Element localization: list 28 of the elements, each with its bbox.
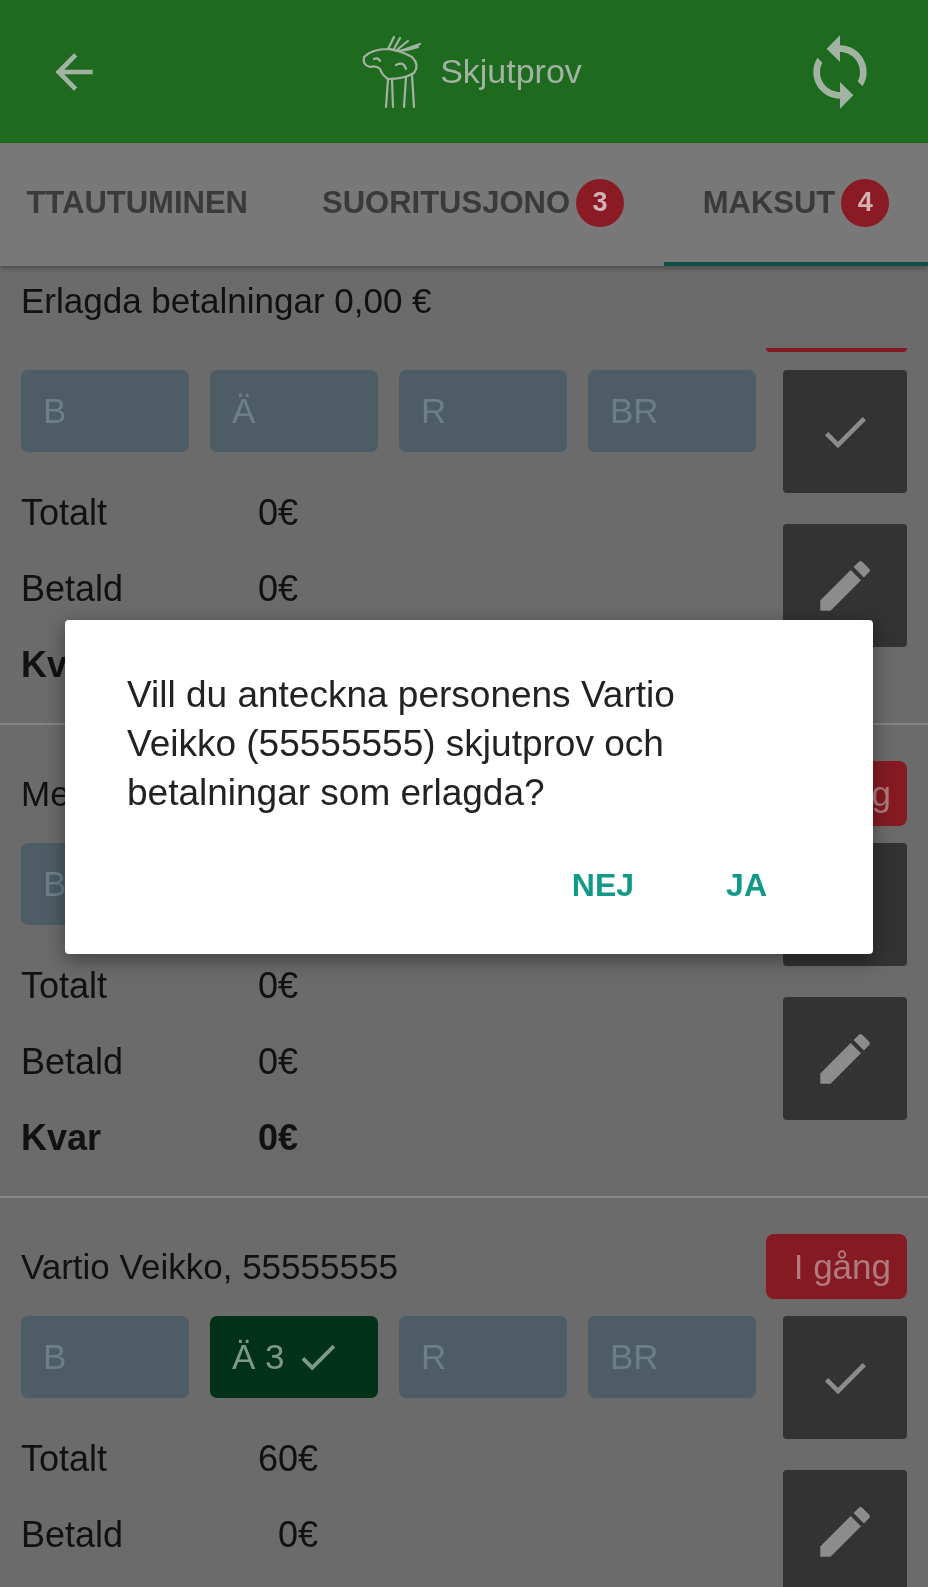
tab[interactable]: MAKSUT 4 — [664, 143, 928, 266]
amount-label: Totalt — [21, 965, 108, 1007]
status-badge: I gång — [766, 1234, 907, 1299]
amount-label: Totalt — [21, 492, 108, 534]
amount-label: Totalt — [21, 1438, 108, 1480]
amount-label: Betald — [21, 1041, 124, 1083]
amount-value: 0€ — [258, 568, 299, 610]
paid-total: Erlagda betalningar 0,00 € — [20, 280, 433, 322]
app-title: Skjutprov — [440, 52, 582, 91]
amount-value: 0€ — [258, 1117, 299, 1159]
person-name: Vartio Veikko, 55555555 — [21, 1246, 398, 1287]
count-badge: 3 — [576, 178, 624, 227]
amount-label: Betald — [21, 1514, 124, 1556]
amount-value: 0€ — [278, 1514, 319, 1556]
count-badge: 4 — [841, 178, 890, 227]
dialog-button[interactable]: JA — [710, 857, 783, 914]
amount-label: Kvar — [21, 1117, 102, 1159]
amount-value: 0€ — [258, 1041, 299, 1083]
tab[interactable]: TTAUTUMINEN — [0, 143, 282, 266]
category-chip[interactable]: Ä 3 — [210, 1316, 378, 1398]
amount-value: 0€ — [258, 492, 299, 534]
amount-value: 60€ — [258, 1438, 319, 1480]
amount-label: Betald — [21, 568, 124, 610]
amount-value: 0€ — [258, 965, 299, 1007]
tab[interactable]: SUORITUSJONO 3 — [282, 143, 664, 266]
dialog-message: Vill du anteckna personens Vartio Veikko (55555555) skjutprov och betalningar som erlagda? — [127, 673, 676, 815]
dialog-button[interactable]: NEJ — [555, 857, 651, 914]
amount-label: Kv — [21, 644, 68, 686]
